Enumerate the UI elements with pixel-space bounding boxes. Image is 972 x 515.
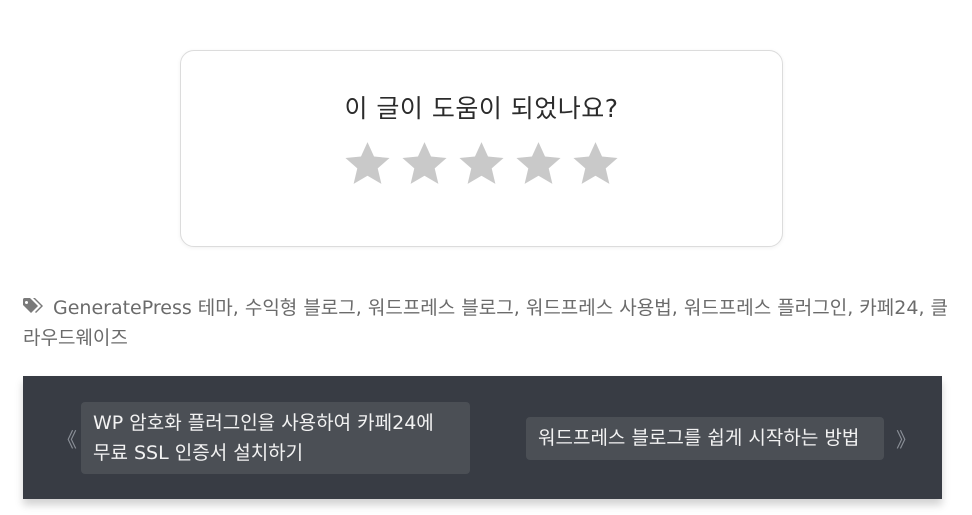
tag-icon xyxy=(23,298,45,316)
previous-post-link[interactable]: WP 암호화 플러그인을 사용하여 카페24에 무료 SSL 인증서 설치하기 xyxy=(81,402,470,474)
star-rating xyxy=(181,139,782,188)
star-icon-4[interactable] xyxy=(514,139,563,188)
tag-separator: , xyxy=(355,297,368,319)
previous-post-title-line1: WP 암호화 플러그인을 사용하여 카페24에 xyxy=(93,412,434,434)
next-post-title: 워드프레스 블로그를 쉽게 시작하는 방법 xyxy=(538,427,860,449)
tag-link-revenue-blog[interactable]: 수익형 블로그 xyxy=(245,297,356,319)
tag-separator: , xyxy=(671,297,684,319)
tag-link-wordpress-plugin[interactable]: 워드프레스 플러그인 xyxy=(684,297,847,319)
tag-link-cafe24[interactable]: 카페24 xyxy=(859,297,918,319)
tag-link-generatepress[interactable]: GeneratePress 테마 xyxy=(53,297,233,319)
tag-link-wordpress-blog[interactable]: 워드프레스 블로그 xyxy=(368,297,514,319)
tag-link-wordpress-usage[interactable]: 워드프레스 사용법 xyxy=(526,297,672,319)
tag-separator: , xyxy=(513,297,526,319)
star-icon-5[interactable] xyxy=(571,139,620,188)
star-icon-3[interactable] xyxy=(457,139,506,188)
tag-separator: , xyxy=(847,297,860,319)
post-navigation: 《 WP 암호화 플러그인을 사용하여 카페24에 무료 SSL 인증서 설치하… xyxy=(23,376,942,499)
tag-separator: , xyxy=(918,297,931,319)
chevron-right-icon[interactable]: 》 xyxy=(896,424,916,453)
previous-post-title-line2: 무료 SSL 인증서 설치하기 xyxy=(93,442,304,464)
star-icon-2[interactable] xyxy=(400,139,449,188)
tag-separator: , xyxy=(232,297,245,319)
rating-card: 이 글이 도움이 되었나요? xyxy=(180,50,783,247)
tag-list: GeneratePress 테마, 수익형 블로그, 워드프레스 블로그, 워드… xyxy=(23,293,953,353)
chevron-left-icon[interactable]: 《 xyxy=(57,424,77,453)
rating-question: 이 글이 도움이 되었나요? xyxy=(344,94,619,123)
star-icon-1[interactable] xyxy=(343,139,392,188)
next-post-link[interactable]: 워드프레스 블로그를 쉽게 시작하는 방법 xyxy=(526,417,884,460)
